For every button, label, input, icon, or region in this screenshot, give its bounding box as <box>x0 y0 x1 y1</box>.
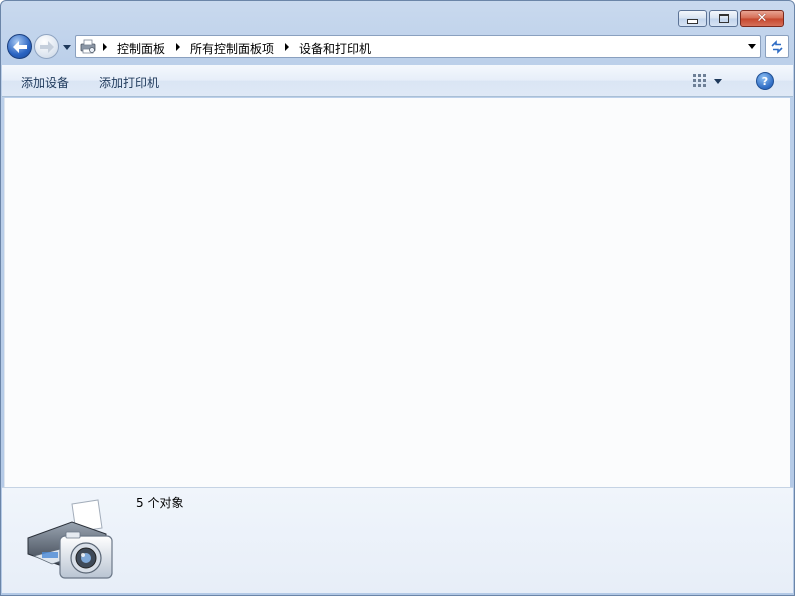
back-button[interactable] <box>7 34 32 59</box>
minimize-button[interactable] <box>678 10 707 27</box>
chevron-down-icon <box>63 44 71 50</box>
view-grid-icon <box>693 74 706 87</box>
forward-arrow-icon <box>39 40 54 53</box>
add-printer-button[interactable]: 添加打印机 <box>99 74 159 91</box>
back-arrow-icon <box>12 40 27 53</box>
devices-printers-icon <box>80 39 96 54</box>
breadcrumb-separator-icon[interactable] <box>103 43 107 51</box>
close-icon: ✕ <box>756 11 768 26</box>
help-button[interactable]: ? <box>756 72 774 90</box>
printer-camera-icon <box>27 499 113 579</box>
breadcrumb-all-items[interactable]: 所有控制面板项 <box>190 40 274 57</box>
maximize-icon <box>718 14 729 23</box>
navigation-bar: 控制面板 所有控制面板项 设备和打印机 <box>5 33 790 61</box>
address-history-dropdown-icon[interactable] <box>748 44 756 49</box>
chevron-down-icon <box>714 78 722 84</box>
breadcrumb-separator-icon[interactable] <box>176 43 180 51</box>
close-button[interactable]: ✕ <box>740 10 784 27</box>
breadcrumb-control-panel[interactable]: 控制面板 <box>117 40 165 57</box>
recent-pages-button[interactable] <box>62 42 72 52</box>
breadcrumb-devices-printers[interactable]: 设备和打印机 <box>299 40 371 57</box>
devices-list-area[interactable] <box>4 98 790 487</box>
details-pane: 5 个对象 <box>2 487 793 593</box>
address-bar[interactable]: 控制面板 所有控制面板项 设备和打印机 <box>75 35 761 58</box>
change-view-button[interactable] <box>692 72 732 90</box>
explorer-window: ✕ 控制面板 所有控制面板项 设备和打印机 添加设备 添加打印机 ? 5 个对象 <box>0 0 795 596</box>
refresh-icon <box>771 39 783 54</box>
help-icon: ? <box>761 74 769 88</box>
minimize-icon <box>687 18 698 24</box>
maximize-button[interactable] <box>709 10 738 27</box>
item-count-label: 5 个对象 <box>136 496 184 510</box>
add-device-button[interactable]: 添加设备 <box>21 74 69 91</box>
refresh-button[interactable] <box>765 35 789 58</box>
breadcrumb-separator-icon[interactable] <box>285 43 289 51</box>
command-bar: 添加设备 添加打印机 ? <box>2 65 793 97</box>
caption-buttons: ✕ <box>678 10 784 27</box>
forward-button[interactable] <box>34 34 59 59</box>
